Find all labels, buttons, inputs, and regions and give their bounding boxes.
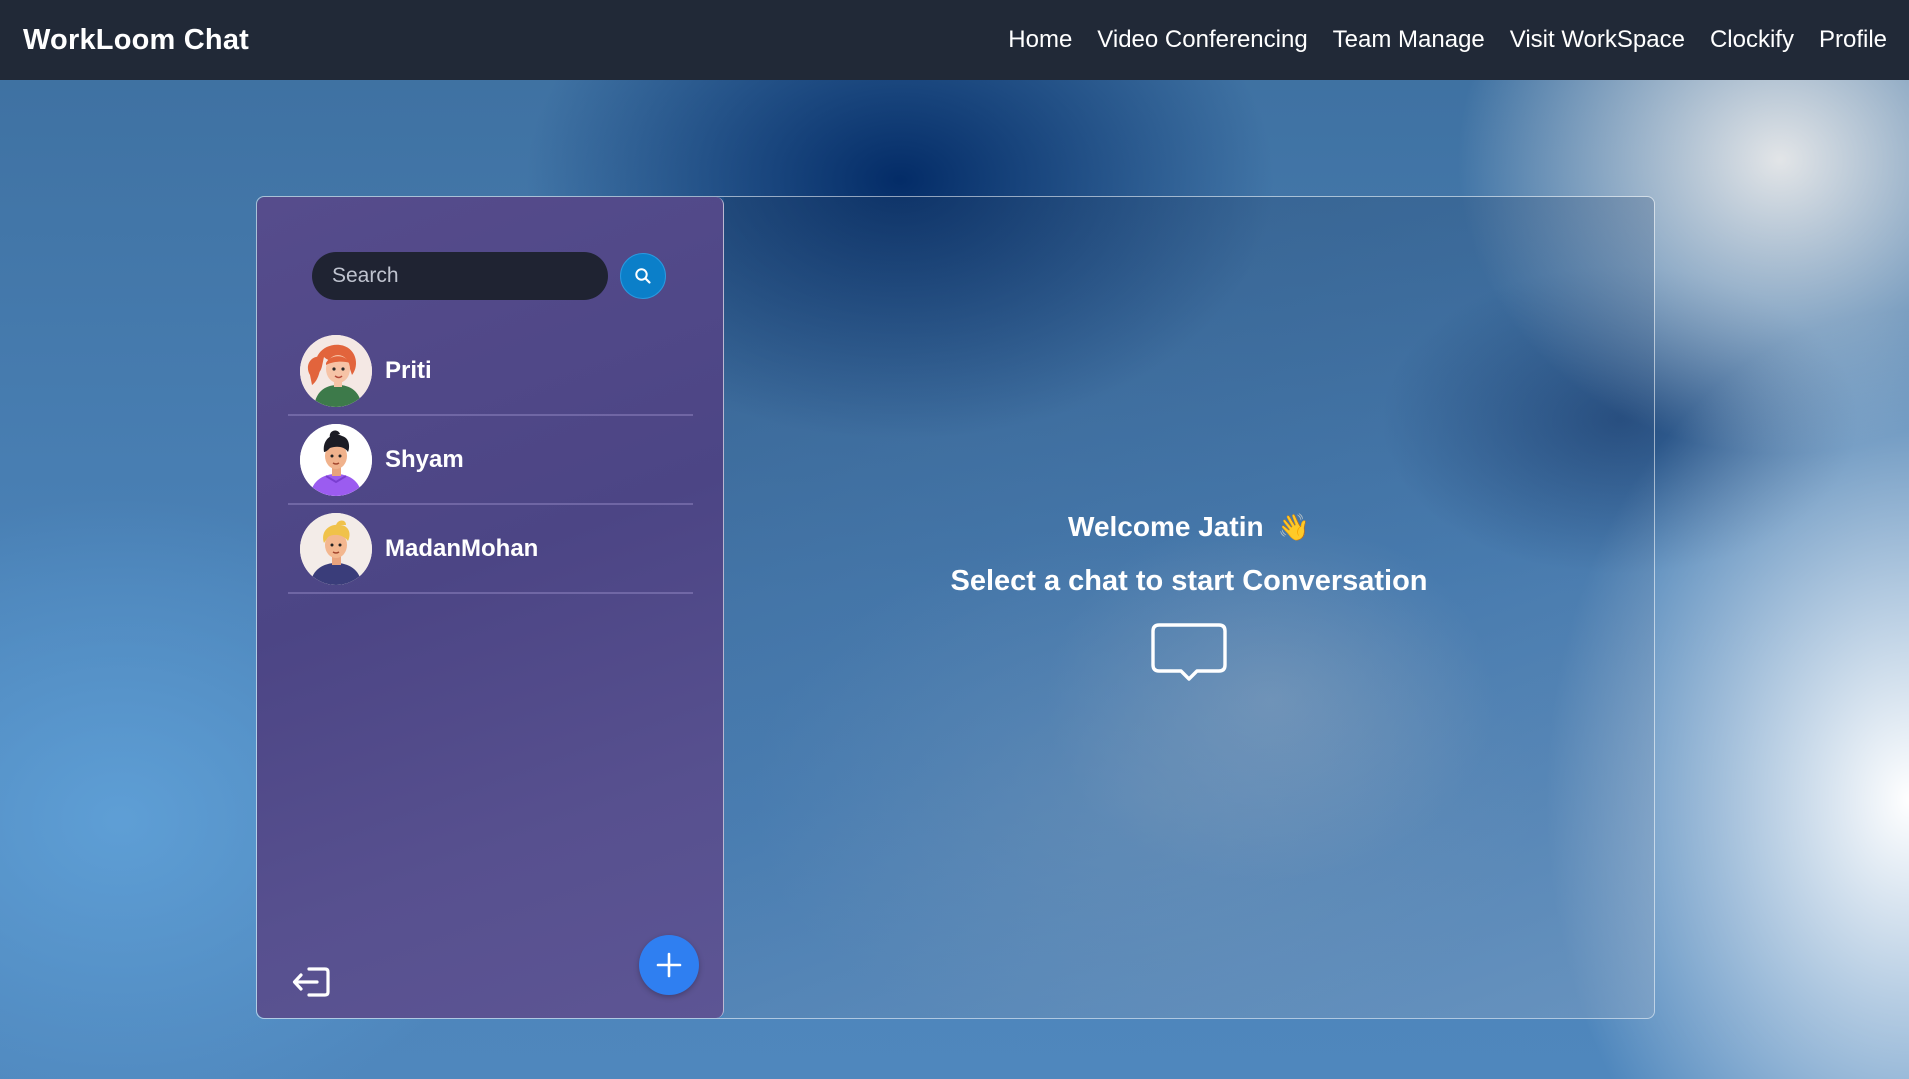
chat-bubble-icon <box>1149 622 1229 686</box>
welcome-message: Welcome Jatin 👋 Select a chat to start C… <box>724 511 1654 686</box>
nav-link-clockify[interactable]: Clockify <box>1710 26 1794 54</box>
plus-icon <box>656 952 682 978</box>
nav-link-profile[interactable]: Profile <box>1819 26 1887 54</box>
chat-container: Priti <box>256 196 1655 1019</box>
avatar-man-black-hair-icon <box>300 423 372 496</box>
avatar <box>300 423 372 496</box>
avatar-woman-red-hair-icon <box>300 334 372 407</box>
avatar <box>300 334 372 407</box>
welcome-text: Welcome Jatin <box>1068 511 1264 542</box>
contact-name: MadanMohan <box>385 534 539 562</box>
brand-title[interactable]: WorkLoom Chat <box>23 24 249 57</box>
contact-item-priti[interactable]: Priti <box>288 327 693 416</box>
contact-name: Shyam <box>385 445 464 473</box>
add-chat-button[interactable] <box>639 935 699 995</box>
navbar: WorkLoom Chat Home Video Conferencing Te… <box>0 0 1909 80</box>
select-chat-prompt: Select a chat to start Conversation <box>950 565 1428 597</box>
nav-link-visit-workspace[interactable]: Visit WorkSpace <box>1510 26 1685 54</box>
nav-links: Home Video Conferencing Team Manage Visi… <box>1008 26 1887 54</box>
search-input[interactable] <box>312 252 608 300</box>
contact-item-madanmohan[interactable]: MadanMohan <box>288 505 693 594</box>
contact-list: Priti Shyam MadanMohan <box>288 327 693 594</box>
logout-icon <box>292 967 330 997</box>
logout-button[interactable] <box>289 959 335 1005</box>
nav-link-home[interactable]: Home <box>1008 26 1072 54</box>
search-bar <box>312 252 666 300</box>
search-icon <box>635 268 651 284</box>
avatar <box>300 512 372 585</box>
chat-sidebar: Priti <box>257 197 724 1018</box>
contact-item-shyam[interactable]: Shyam <box>288 416 693 505</box>
wave-emoji-icon: 👋 <box>1277 511 1310 542</box>
search-button[interactable] <box>620 253 666 299</box>
welcome-line: Welcome Jatin 👋 <box>724 511 1654 543</box>
contact-name: Priti <box>385 356 432 384</box>
nav-link-team-manage[interactable]: Team Manage <box>1333 26 1485 54</box>
avatar-man-blond-hair-icon <box>300 512 372 585</box>
conversation-panel: Welcome Jatin 👋 Select a chat to start C… <box>724 197 1654 1018</box>
nav-link-video-conferencing[interactable]: Video Conferencing <box>1097 26 1307 54</box>
